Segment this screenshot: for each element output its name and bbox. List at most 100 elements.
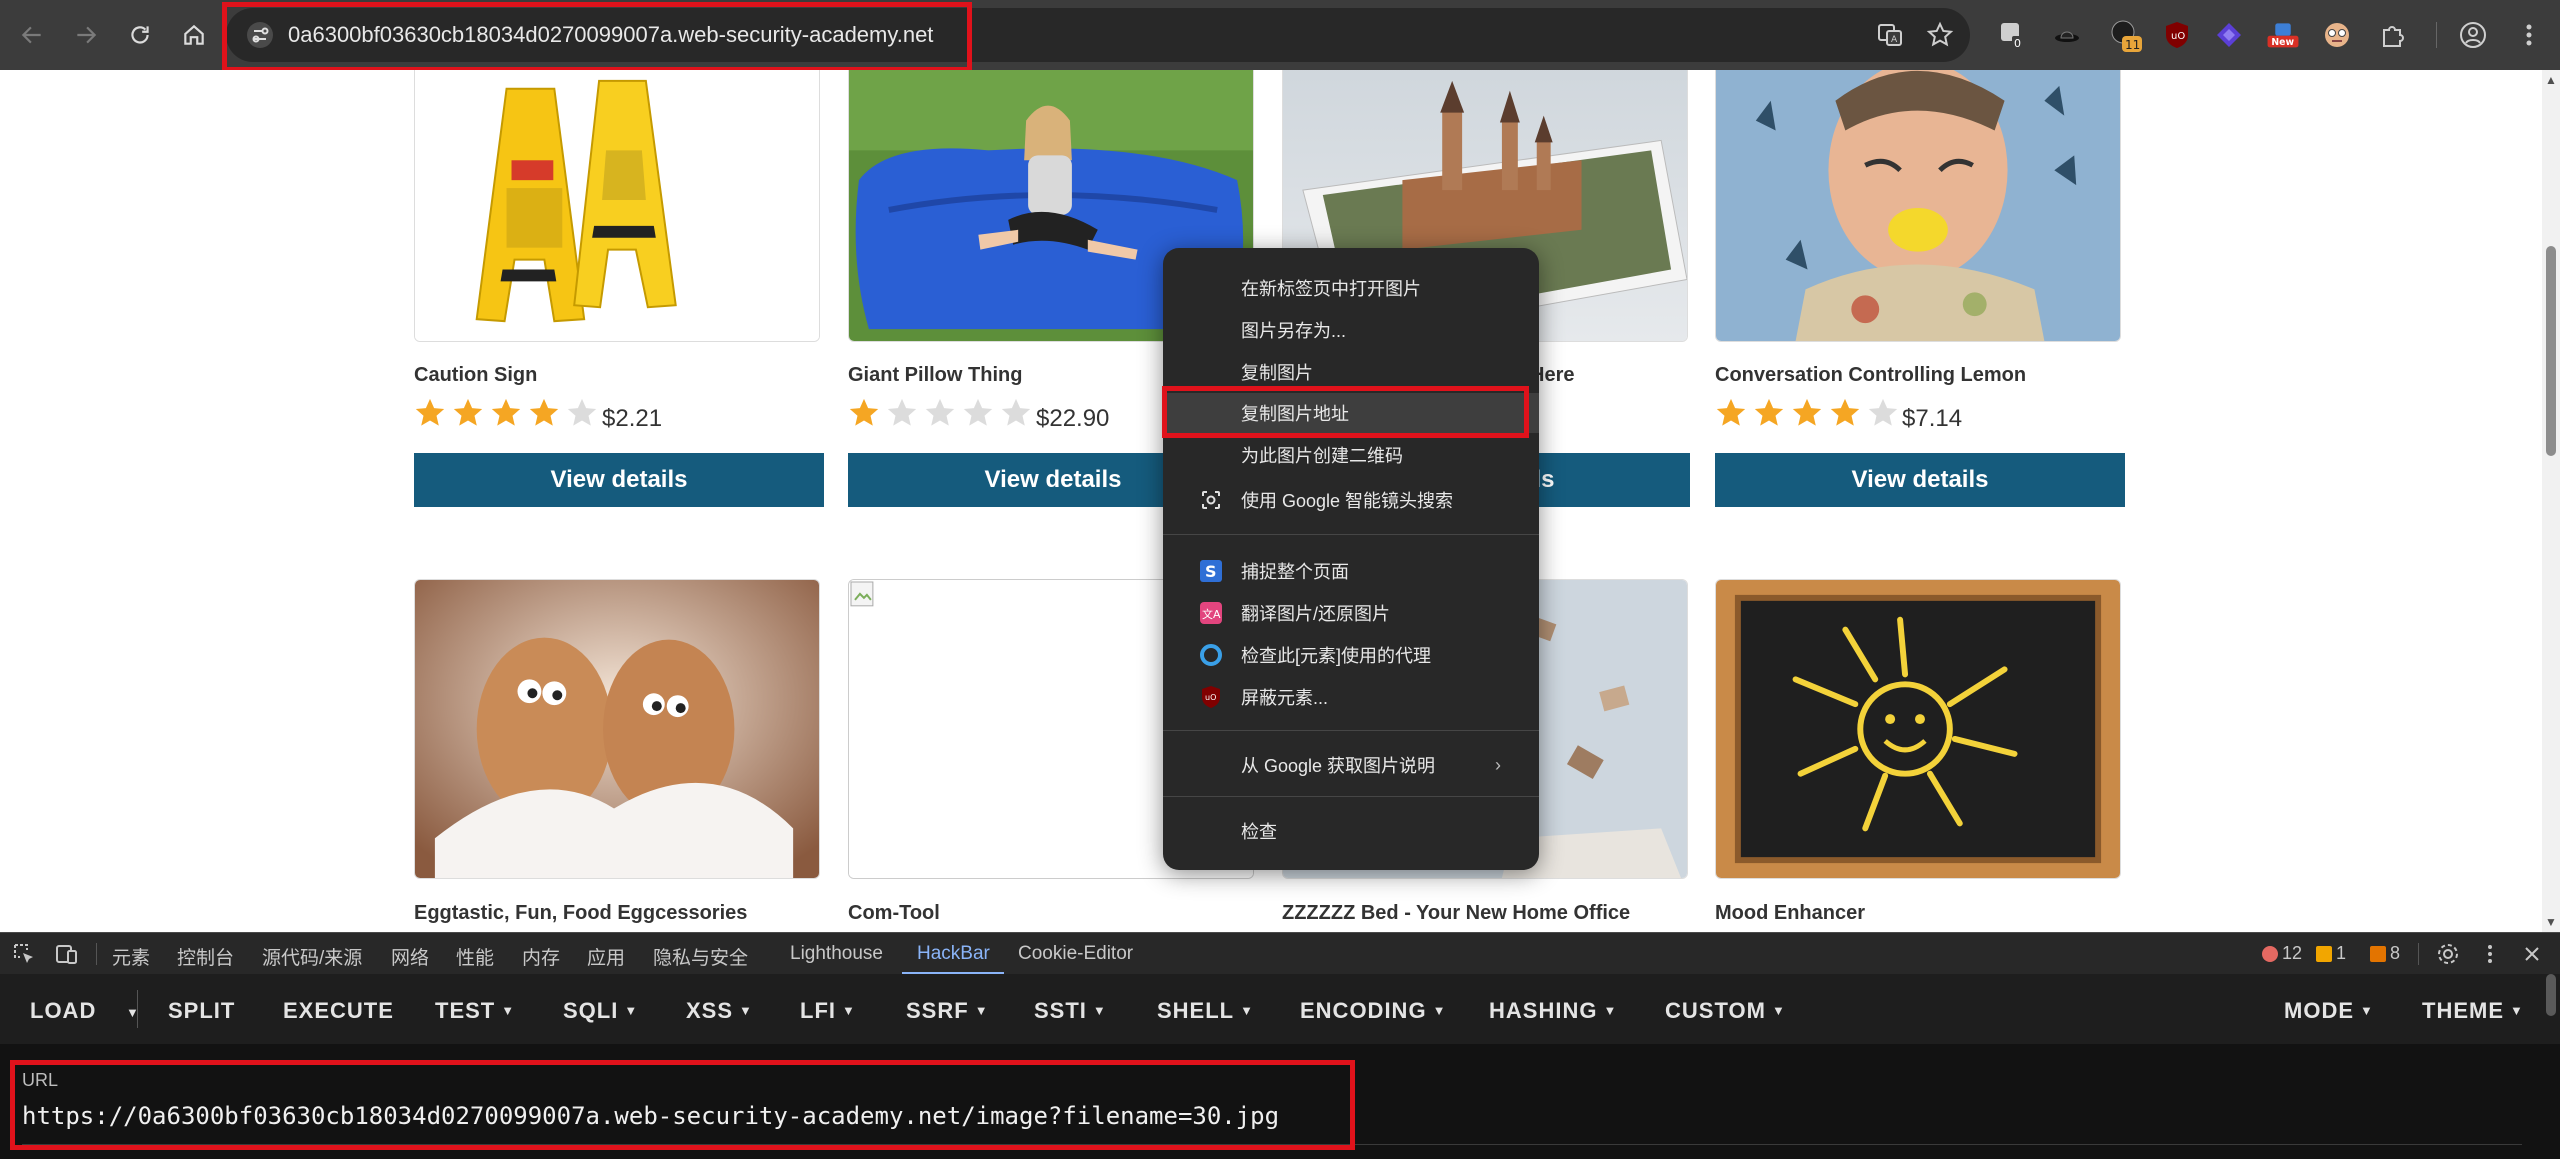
menu-capture-page[interactable]: S 捕捉整个页面 — [1163, 551, 1539, 591]
product-image[interactable] — [414, 579, 820, 879]
translate-icon[interactable]: A — [1876, 21, 1904, 49]
ext-new-icon[interactable]: New — [2266, 18, 2300, 52]
star-empty-icon — [1868, 398, 1898, 426]
star-filled-icon — [1792, 398, 1822, 426]
product-image[interactable] — [414, 70, 820, 342]
inspect-element-icon[interactable] — [12, 942, 36, 966]
encoding-menu[interactable]: ENCODING ▼ — [1300, 998, 1446, 1024]
mode-menu[interactable]: MODE ▼ — [2284, 998, 2374, 1024]
tab-elements[interactable]: 元素 — [112, 943, 150, 970]
tab-divider — [2418, 943, 2419, 965]
image-context-menu: 在新标签页中打开图片 图片另存为... 复制图片 复制图片地址 为此图片创建二维… — [1163, 248, 1539, 870]
tab-cookie-editor[interactable]: Cookie-Editor — [1018, 943, 1133, 965]
star-filled-icon — [453, 398, 483, 426]
star-empty-icon — [925, 398, 955, 426]
product-title: Mood Enhancer — [1715, 902, 1866, 924]
menu-google-image-description[interactable]: 从 Google 获取图片说明 › — [1163, 745, 1539, 785]
view-details-button[interactable]: View details — [414, 453, 824, 507]
bookmark-star-icon[interactable] — [1926, 21, 1954, 49]
tab-memory[interactable]: 内存 — [522, 943, 560, 970]
menu-copy-image[interactable]: 复制图片 — [1163, 352, 1539, 392]
tab-performance[interactable]: 性能 — [456, 943, 494, 970]
submenu-chevron-icon: › — [1495, 754, 1501, 775]
browser-toolbar: 0a6300bf03630cb18034d0270099007a.web-sec… — [0, 0, 2560, 70]
issue-count-badge[interactable]: 8 — [2370, 943, 2400, 964]
theme-menu[interactable]: THEME ▼ — [2422, 998, 2524, 1024]
extensions-puzzle-icon[interactable] — [2376, 18, 2410, 52]
svg-text:New: New — [2271, 37, 2294, 48]
menu-separator — [1163, 730, 1539, 731]
ext-diamond-icon[interactable] — [2212, 18, 2246, 52]
menu-google-lens-search[interactable]: 使用 Google 智能镜头搜索 — [1163, 480, 1539, 520]
devtools-menu-dots-icon[interactable] — [2478, 942, 2502, 966]
ext-badge-icon[interactable]: 0 — [1996, 18, 2030, 52]
tab-hackbar[interactable]: HackBar — [917, 943, 990, 965]
split-button[interactable]: SPLIT — [168, 998, 235, 1024]
error-count-badge[interactable]: 12 — [2262, 943, 2302, 964]
svg-text:11: 11 — [2125, 38, 2140, 52]
address-bar[interactable]: 0a6300bf03630cb18034d0270099007a.web-sec… — [226, 8, 1970, 62]
ublock-icon[interactable]: uO — [2160, 18, 2194, 52]
menu-translate-image[interactable]: 文A 翻译图片/还原图片 — [1163, 593, 1539, 633]
tab-sources[interactable]: 源代码/来源 — [262, 943, 362, 970]
load-button[interactable]: LOAD — [30, 998, 96, 1024]
tab-network[interactable]: 网络 — [391, 943, 429, 970]
address-url[interactable]: 0a6300bf03630cb18034d0270099007a.web-sec… — [288, 22, 933, 48]
test-menu[interactable]: TEST ▼ — [435, 998, 515, 1024]
svg-text:文A: 文A — [1202, 607, 1221, 621]
site-settings-icon[interactable] — [246, 21, 274, 49]
product-image[interactable] — [1715, 579, 2121, 879]
tab-lighthouse[interactable]: Lighthouse — [790, 943, 883, 965]
tab-console[interactable]: 控制台 — [177, 943, 234, 970]
scroll-down-icon[interactable]: ▼ — [2545, 916, 2557, 928]
sqli-menu[interactable]: SQLI ▼ — [563, 998, 638, 1024]
view-details-button[interactable]: View details — [1715, 453, 2125, 507]
ext-face-icon[interactable] — [2320, 18, 2354, 52]
url-textarea[interactable]: https://0a6300bf03630cb18034d0270099007a… — [22, 1102, 1279, 1130]
ublock-shield-icon: uO — [1202, 686, 1220, 708]
product-image[interactable] — [1715, 70, 2121, 342]
menu-open-image-new-tab[interactable]: 在新标签页中打开图片 — [1163, 268, 1539, 308]
xss-menu[interactable]: XSS ▼ — [686, 998, 753, 1024]
hashing-menu[interactable]: HASHING ▼ — [1489, 998, 1617, 1024]
menu-save-image-as[interactable]: 图片另存为... — [1163, 310, 1539, 350]
home-icon[interactable] — [176, 17, 212, 53]
svg-text:0: 0 — [2014, 37, 2021, 50]
tab-privacy-security[interactable]: 隐私与安全 — [653, 943, 748, 970]
warning-count-badge[interactable]: 1 — [2316, 943, 2346, 964]
hackbar-scrollbar[interactable] — [2546, 974, 2556, 1016]
product-title: ZZZZZZ Bed - Your New Home Office — [1282, 902, 1631, 924]
ext-hat-icon[interactable] — [2050, 18, 2084, 52]
close-devtools-icon[interactable] — [2520, 942, 2544, 966]
forward-arrow-icon[interactable] — [68, 17, 104, 53]
menu-inspect[interactable]: 检查 — [1163, 811, 1539, 851]
ssti-menu[interactable]: SSTI ▼ — [1034, 998, 1107, 1024]
page-scrollbar[interactable]: ▲ ▼ — [2542, 70, 2560, 932]
shell-menu[interactable]: SHELL ▼ — [1157, 998, 1254, 1024]
ext-avatar-icon[interactable]: 11 — [2108, 18, 2142, 52]
custom-menu[interactable]: CUSTOM ▼ — [1665, 998, 1786, 1024]
device-toolbar-icon[interactable] — [54, 942, 78, 966]
menu-create-qr-code[interactable]: 为此图片创建二维码 — [1163, 435, 1539, 475]
settings-gear-icon[interactable] — [2436, 942, 2460, 966]
menu-dots-icon[interactable] — [2512, 18, 2546, 52]
execute-button[interactable]: EXECUTE — [283, 998, 394, 1024]
star-filled-icon — [1754, 398, 1784, 426]
url-label: URL — [22, 1070, 59, 1090]
scroll-thumb[interactable] — [2546, 246, 2556, 456]
error-icon — [2262, 945, 2278, 962]
star-filled-icon — [1716, 398, 1746, 426]
scroll-up-icon[interactable]: ▲ — [2545, 74, 2557, 86]
rating-stars — [1713, 396, 1901, 430]
star-empty-icon — [1001, 398, 1031, 426]
profile-icon[interactable] — [2456, 18, 2490, 52]
menu-check-proxy[interactable]: 检查此[元素]使用的代理 — [1163, 635, 1539, 675]
rating-stars — [412, 396, 600, 430]
ssrf-menu[interactable]: SSRF ▼ — [906, 998, 989, 1024]
menu-block-element[interactable]: uO 屏蔽元素... — [1163, 677, 1539, 717]
lfi-menu[interactable]: LFI ▼ — [800, 998, 856, 1024]
back-arrow-icon[interactable] — [14, 17, 50, 53]
menu-copy-image-address[interactable]: 复制图片地址 — [1163, 393, 1539, 433]
tab-application[interactable]: 应用 — [587, 943, 625, 970]
reload-icon[interactable] — [122, 17, 158, 53]
